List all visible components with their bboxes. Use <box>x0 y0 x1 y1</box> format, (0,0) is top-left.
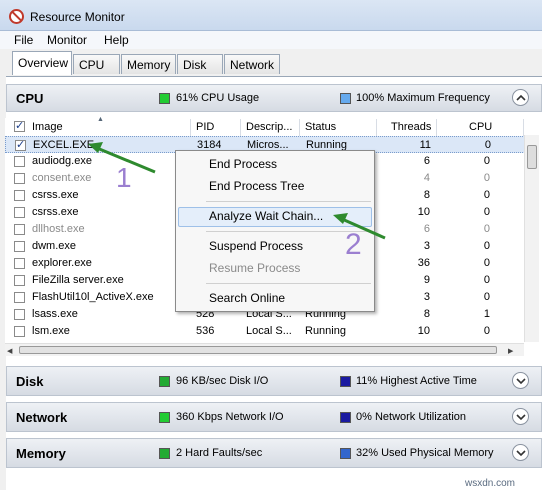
disk-io-indicator <box>159 376 170 387</box>
network-utilization-text: 0% Network Utilization <box>356 411 467 423</box>
chevron-down-icon[interactable] <box>512 444 529 461</box>
hard-faults-indicator <box>159 448 170 459</box>
annotation-label-1: 1 <box>116 162 132 193</box>
network-io-indicator <box>159 412 170 423</box>
disk-active-time-indicator <box>340 376 351 387</box>
network-section-title: Network <box>16 410 68 425</box>
annotation-label-2: 2 <box>345 228 362 261</box>
physical-memory-indicator <box>340 448 351 459</box>
disk-io-text: 96 KB/sec Disk I/O <box>176 375 269 387</box>
network-utilization-indicator <box>340 412 351 423</box>
memory-section-header[interactable]: Memory 2 Hard Faults/sec 32% Used Physic… <box>6 438 542 468</box>
network-section-header[interactable]: Network 360 Kbps Network I/O 0% Network … <box>6 402 542 432</box>
chevron-down-icon[interactable] <box>512 408 529 425</box>
arrow-head-icon <box>333 213 348 224</box>
arrow-head-icon <box>88 142 103 153</box>
disk-section-title: Disk <box>16 374 44 389</box>
physical-memory-text: 32% Used Physical Memory <box>356 447 494 459</box>
watermark: wsxdn.com <box>465 478 516 489</box>
chevron-down-icon[interactable] <box>512 372 529 389</box>
memory-section-title: Memory <box>16 446 66 461</box>
network-io-text: 360 Kbps Network I/O <box>176 411 284 423</box>
hard-faults-text: 2 Hard Faults/sec <box>176 447 263 459</box>
disk-section-header[interactable]: Disk 96 KB/sec Disk I/O 11% Highest Acti… <box>6 366 542 396</box>
disk-active-time-text: 11% Highest Active Time <box>356 375 477 387</box>
